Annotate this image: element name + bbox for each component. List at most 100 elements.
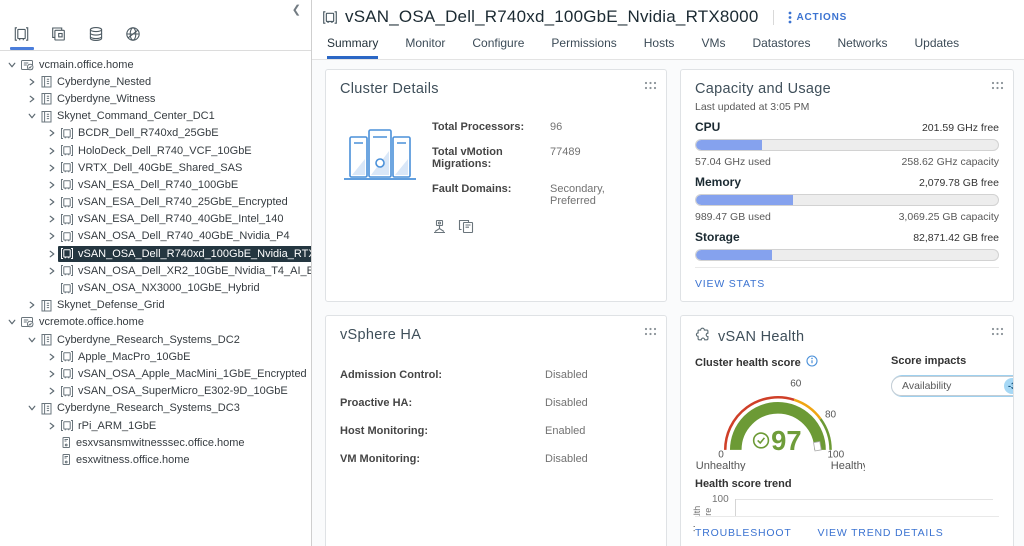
tree-item[interactable]: vcremote.office.home: [0, 314, 311, 331]
chevron-down-icon[interactable]: [25, 112, 38, 120]
view-stats-link[interactable]: VIEW STATS: [695, 278, 765, 290]
vsphere-client-window: ❮ vcmain.office.home Cyberdyne_Nested Cybe…: [0, 0, 1024, 546]
chevron-right-icon[interactable]: [45, 129, 58, 137]
chevron-right-icon[interactable]: [45, 267, 58, 275]
tree-item[interactable]: vSAN_OSA_Dell_R740_40GbE_Nvidia_P4: [0, 228, 311, 245]
tree-item[interactable]: Cyberdyne_Research_Systems_DC3: [0, 400, 311, 417]
tree-item[interactable]: Skynet_Command_Center_DC1: [0, 108, 311, 125]
vcenter-icon: [20, 315, 35, 329]
card-title: Cluster Details: [340, 81, 439, 97]
card-title: vSAN Health: [718, 328, 805, 345]
tab-monitor[interactable]: Monitor: [405, 36, 445, 59]
tab-permissions[interactable]: Permissions: [551, 36, 616, 59]
drag-handle-icon[interactable]: [644, 325, 657, 339]
chevron-down-icon[interactable]: [25, 336, 38, 344]
tree-item[interactable]: HoloDeck_Dell_R740_VCF_10GbE: [0, 142, 311, 159]
chevron-right-icon[interactable]: [25, 95, 38, 103]
tab-vms[interactable]: VMs: [701, 36, 725, 59]
drag-handle-icon[interactable]: [991, 79, 1004, 93]
datacenter-icon: [40, 92, 53, 105]
tree-item[interactable]: vSAN_ESA_Dell_R740_100GbE: [0, 176, 311, 193]
vms-and-templates-icon: [50, 24, 67, 44]
chevron-right-icon[interactable]: [45, 250, 58, 258]
gauge-tick-60: 60: [790, 379, 802, 390]
tree-item-label: HoloDeck_Dell_R740_VCF_10GbE: [78, 144, 252, 157]
vsan-health-body: Cluster health score 97 0 60 80 100 Unhe…: [695, 355, 1013, 474]
datacenter-icon: [40, 75, 53, 88]
meter-bar: [695, 139, 999, 151]
tab-datastores[interactable]: Datastores: [752, 36, 810, 59]
tree-item[interactable]: vSAN_OSA_Dell_R740xd_100GbE_Nvidia_RTX80…: [0, 245, 311, 262]
datacenter-icon: [40, 402, 53, 415]
impact-pill[interactable]: Availability -3: [891, 376, 1013, 396]
meter-name: Memory: [695, 175, 742, 189]
drag-handle-icon[interactable]: [991, 325, 1004, 339]
gauge-healthy-label: Healthy: [831, 460, 865, 471]
chevron-down-icon[interactable]: [5, 61, 18, 69]
ha-setting-label: Admission Control:: [340, 369, 443, 381]
meter-used-value: 57.04 GHz used: [695, 156, 771, 168]
tree-item[interactable]: vSAN_ESA_Dell_R740_25GbE_Encrypted: [0, 194, 311, 211]
tree-item-label: vSAN_OSA_Dell_R740_40GbE_Nvidia_P4: [78, 230, 290, 243]
sidebar-tab-networking[interactable]: [114, 20, 151, 50]
tab-updates[interactable]: Updates: [914, 36, 959, 59]
info-icon[interactable]: [806, 355, 818, 370]
chevron-down-icon[interactable]: [25, 404, 38, 412]
chevron-right-icon[interactable]: [45, 370, 58, 378]
sidebar-tab-hosts-and-clusters[interactable]: [3, 20, 40, 50]
chevron-down-icon[interactable]: [5, 318, 18, 326]
tree-item[interactable]: vSAN_OSA_NX3000_10GbE_Hybrid: [0, 279, 311, 296]
chevron-right-icon[interactable]: [45, 181, 58, 189]
gauge-max: 100: [827, 449, 844, 460]
cluster-icon: [60, 127, 74, 140]
tree-item[interactable]: BCDR_Dell_R740xd_25GbE: [0, 125, 311, 142]
capacity-footer: VIEW STATS: [695, 267, 999, 301]
tree-item[interactable]: vSAN_OSA_SuperMicro_E302-9D_10GbE: [0, 383, 311, 400]
tree-item[interactable]: Cyberdyne_Nested: [0, 73, 311, 90]
tree-item[interactable]: Cyberdyne_Research_Systems_DC2: [0, 331, 311, 348]
chevron-right-icon[interactable]: [45, 387, 58, 395]
sidebar-tab-vms-and-templates[interactable]: [40, 20, 77, 50]
tab-networks[interactable]: Networks: [837, 36, 887, 59]
tree-item[interactable]: Cyberdyne_Witness: [0, 90, 311, 107]
tree-item[interactable]: VRTX_Dell_40GbE_Shared_SAS: [0, 159, 311, 176]
tree-item-label: vSAN_OSA_Dell_R740xd_100GbE_Nvidia_RTX80…: [78, 247, 311, 260]
tab-configure[interactable]: Configure: [472, 36, 524, 59]
hosts-and-clusters-icon: [13, 24, 30, 44]
vsan-health-header: vSAN Health: [695, 327, 999, 346]
chevron-right-icon[interactable]: [45, 164, 58, 172]
tree-item[interactable]: vcmain.office.home: [0, 56, 311, 73]
tree-item[interactable]: vSAN_OSA_Dell_XR2_10GbE_Nvidia_T4_AI_Ent…: [0, 262, 311, 279]
inventory-sidebar: ❮ vcmain.office.home Cyberdyne_Nested Cybe…: [0, 0, 312, 546]
tree-item[interactable]: vSAN_OSA_Apple_MacMini_1GbE_Encrypted: [0, 365, 311, 382]
meter-bar: [695, 194, 999, 206]
tree-item-label: vSAN_OSA_SuperMicro_E302-9D_10GbE: [78, 385, 288, 398]
ha-setting-value: Enabled: [545, 425, 586, 437]
tree-item[interactable]: esxvsansmwitnesssec.office.home: [0, 434, 311, 451]
tab-summary[interactable]: Summary: [327, 36, 379, 59]
actions-button[interactable]: ACTIONS: [772, 9, 854, 25]
drag-handle-icon[interactable]: [644, 79, 657, 93]
view-trend-details-link[interactable]: VIEW TREND DETAILS: [818, 527, 944, 539]
chevron-right-icon[interactable]: [45, 422, 58, 430]
chevron-right-icon[interactable]: [45, 353, 58, 361]
sidebar-tab-storage[interactable]: [77, 20, 114, 50]
host-network-icon[interactable]: [432, 219, 447, 237]
tree-item[interactable]: Skynet_Defense_Grid: [0, 297, 311, 314]
chevron-right-icon[interactable]: [45, 215, 58, 223]
tab-hosts[interactable]: Hosts: [644, 36, 675, 59]
troubleshoot-link[interactable]: TROUBLESHOOT: [695, 527, 792, 539]
chevron-right-icon[interactable]: [45, 198, 58, 206]
tree-item[interactable]: Apple_MacPro_10GbE: [0, 348, 311, 365]
chevron-right-icon[interactable]: [45, 147, 58, 155]
tree-item[interactable]: rPi_ARM_1GbE: [0, 417, 311, 434]
chevron-right-icon[interactable]: [25, 78, 38, 86]
tree-item-label: vSAN_ESA_Dell_R740_100GbE: [78, 178, 239, 191]
tree-item[interactable]: vSAN_ESA_Dell_R740_40GbE_Intel_140: [0, 211, 311, 228]
tree-item[interactable]: esxwitness.office.home: [0, 451, 311, 468]
chevron-right-icon[interactable]: [25, 301, 38, 309]
collapse-sidebar-icon[interactable]: ❮: [292, 4, 301, 16]
chevron-right-icon[interactable]: [45, 232, 58, 240]
detail-value: 77489: [550, 146, 581, 158]
vm-icon[interactable]: [458, 219, 474, 237]
